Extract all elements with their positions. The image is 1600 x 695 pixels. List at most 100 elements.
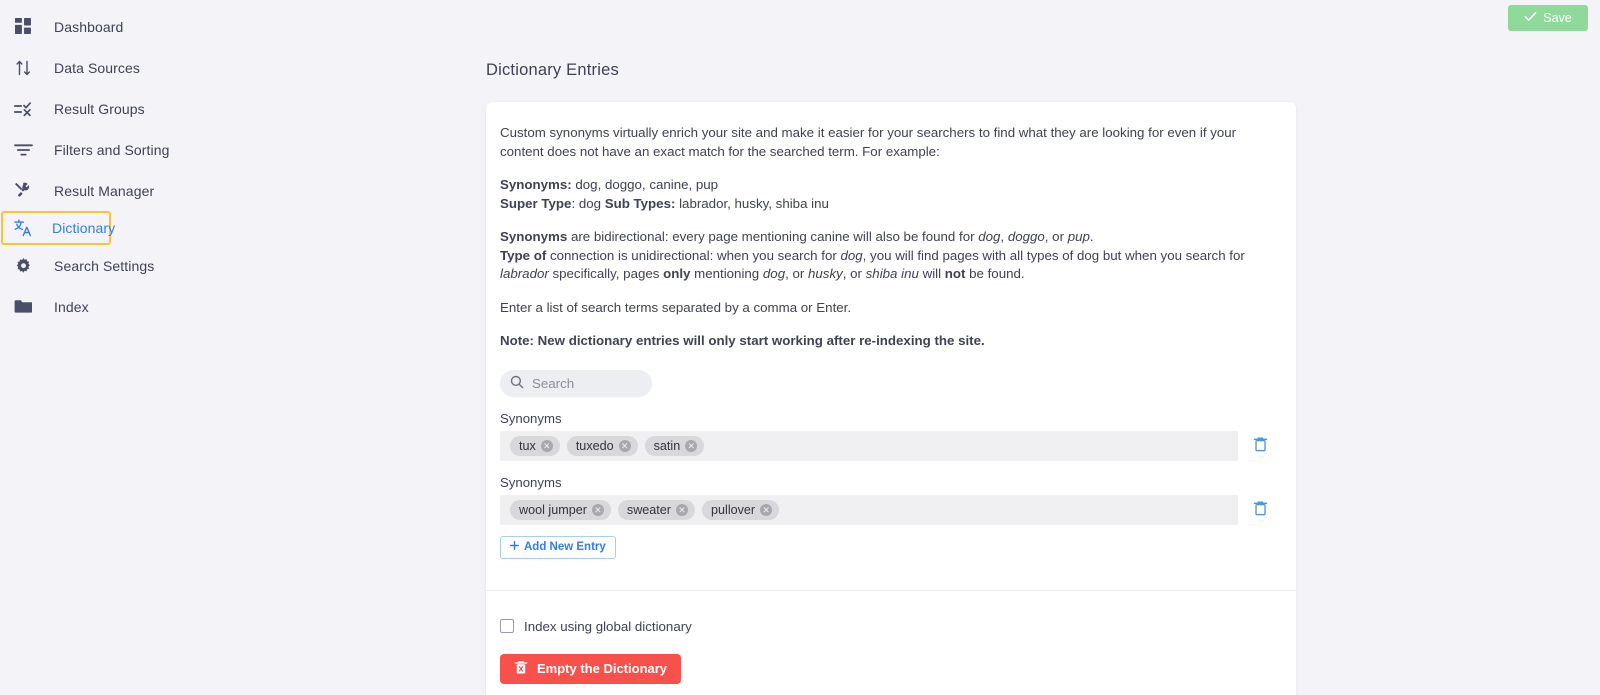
super-type-label: Super Type [500, 195, 572, 211]
sidebar-item-dashboard[interactable]: Dashboard [0, 6, 230, 47]
tag-chip[interactable]: sweater ✕ [617, 499, 696, 520]
tag-input-field[interactable]: tux ✕ tuxedo ✕ satin ✕ [500, 430, 1238, 461]
add-new-entry-button[interactable]: Add New Entry [500, 535, 616, 559]
remove-tag-icon[interactable]: ✕ [760, 503, 773, 516]
empty-dictionary-label: Empty the Dictionary [537, 661, 668, 676]
sort-arrows-icon [8, 56, 38, 80]
typeof-italic-3: dog [762, 266, 786, 281]
entry-row: wool jumper ✕ sweater ✕ pullover ✕ [500, 494, 1282, 525]
sidebar-item-filters-and-sorting[interactable]: Filters and Sorting [0, 129, 230, 170]
sidebar: Dashboard Data Sources Result Groups Fil… [0, 0, 230, 695]
sidebar-item-index[interactable]: Index [0, 286, 230, 327]
sidebar-item-label: Filters and Sorting [54, 141, 170, 158]
remove-tag-icon[interactable]: ✕ [540, 439, 553, 452]
typeof-bold: Type of [500, 247, 547, 263]
add-new-entry-label: Add New Entry [524, 541, 606, 553]
description-block: Custom synonyms virtually enrich your si… [500, 124, 1282, 351]
delete-entry-button[interactable] [1238, 500, 1282, 519]
bidirectional-text-1: are bidirectional: every page mentioning… [567, 229, 979, 244]
tag-chip[interactable]: tuxedo ✕ [566, 435, 638, 456]
typeof-italic-4: husky [808, 266, 843, 281]
sub-types-value: labrador, husky, shiba inu [675, 195, 829, 211]
tag-input-field[interactable]: wool jumper ✕ sweater ✕ pullover ✕ [500, 494, 1238, 525]
tag-chip-label: tux [519, 438, 536, 453]
typeof-text-4: mentioning [690, 266, 763, 281]
empty-dictionary-button[interactable]: Empty the Dictionary [500, 653, 682, 684]
bidirectional-italic-3: pup [1067, 229, 1090, 244]
entry-row: tux ✕ tuxedo ✕ satin ✕ [500, 430, 1282, 461]
sidebar-item-label: Dashboard [54, 18, 124, 35]
entry-label: Synonyms [500, 474, 562, 490]
sidebar-item-label: Search Settings [54, 257, 155, 274]
save-button[interactable]: Save [1508, 5, 1588, 31]
translate-icon [8, 216, 38, 240]
remove-tag-icon[interactable]: ✕ [676, 503, 689, 516]
remove-tag-icon[interactable]: ✕ [618, 439, 631, 452]
remove-tag-icon[interactable]: ✕ [685, 439, 698, 452]
tag-chip-label: tuxedo [575, 438, 614, 453]
typeof-text-5: , or [785, 266, 808, 281]
trash-x-icon [514, 660, 528, 678]
global-dictionary-checkbox-row[interactable]: Index using global dictionary [500, 619, 1282, 634]
sidebar-item-search-settings[interactable]: Search Settings [0, 245, 230, 286]
dashboard-grid-icon [8, 15, 38, 39]
trash-icon [1253, 436, 1268, 455]
enter-terms-hint: Enter a list of search terms separated b… [500, 299, 852, 315]
sidebar-item-data-sources[interactable]: Data Sources [0, 47, 230, 88]
search-icon [510, 375, 524, 392]
bidirectional-italic-1: dog [978, 229, 1001, 244]
sub-types-label: Sub Types: [604, 195, 676, 211]
reindex-note: Note: New dictionary entries will only s… [500, 333, 985, 348]
typeof-text-7: will [918, 266, 945, 281]
plus-icon [510, 541, 519, 553]
sidebar-item-result-manager[interactable]: Result Manager [0, 170, 230, 211]
global-dictionary-checkbox[interactable] [500, 619, 514, 633]
tag-chip[interactable]: pullover ✕ [702, 499, 780, 520]
typeof-bold-3: not [944, 266, 966, 281]
typeof-italic-2: labrador [500, 266, 549, 281]
bidirectional-bold: Synonyms [500, 229, 568, 244]
typeof-text-3: specifically, pages [548, 266, 664, 281]
typeof-italic-1: dog [840, 247, 863, 263]
delete-entry-button[interactable] [1238, 436, 1282, 455]
result-groups-icon [8, 97, 38, 121]
synonyms-label: Synonyms: [500, 177, 572, 192]
sidebar-item-label: Result Groups [54, 100, 145, 117]
tools-icon [8, 179, 38, 203]
bidirectional-text-4: . [1089, 229, 1094, 244]
bidirectional-text-2: , [1000, 229, 1008, 244]
typeof-italic-5: shiba inu [865, 266, 919, 281]
dictionary-card: Custom synonyms virtually enrich your si… [486, 102, 1296, 695]
tag-chip[interactable]: wool jumper ✕ [510, 499, 611, 520]
sidebar-item-dictionary[interactable]: Dictionary [1, 211, 115, 245]
remove-tag-icon[interactable]: ✕ [591, 503, 604, 516]
tag-chip-label: sweater [626, 502, 672, 517]
tag-chip-label: pullover [711, 502, 756, 517]
main-content: Dictionary Entries Custom synonyms virtu… [486, 0, 1296, 695]
tag-chip[interactable]: tux ✕ [510, 435, 560, 456]
search-box[interactable] [500, 369, 652, 397]
folder-icon [8, 295, 38, 319]
trash-icon [1253, 500, 1268, 519]
sidebar-item-label: Data Sources [54, 59, 141, 76]
sidebar-item-result-groups[interactable]: Result Groups [0, 88, 230, 129]
synonyms-value: dog, doggo, canine, pup [571, 177, 719, 192]
bidirectional-text-3: , or [1044, 229, 1068, 244]
check-icon [1524, 10, 1537, 26]
entry-label: Synonyms [500, 410, 562, 426]
save-button-label: Save [1543, 11, 1572, 25]
typeof-bold-2: only [663, 266, 691, 281]
description-paragraph-1: Custom synonyms virtually enrich your si… [500, 125, 1237, 159]
sidebar-item-label: Result Manager [54, 182, 155, 199]
typeof-text-8: be found. [965, 266, 1025, 281]
card-footer: Index using global dictionary Empty the … [486, 591, 1296, 695]
search-input[interactable] [532, 375, 642, 391]
bidirectional-italic-2: doggo [1007, 229, 1045, 244]
sidebar-item-label: Dictionary [52, 220, 116, 236]
tag-chip-label: satin [653, 438, 681, 453]
tag-chip[interactable]: satin ✕ [644, 435, 705, 456]
page-title: Dictionary Entries [486, 61, 619, 79]
example-lines: Synonyms: dog, doggo, canine, pup Super … [500, 176, 1282, 213]
behaviour-lines: Synonyms are bidirectional: every page m… [500, 228, 1282, 284]
global-dictionary-label: Index using global dictionary [524, 618, 692, 634]
